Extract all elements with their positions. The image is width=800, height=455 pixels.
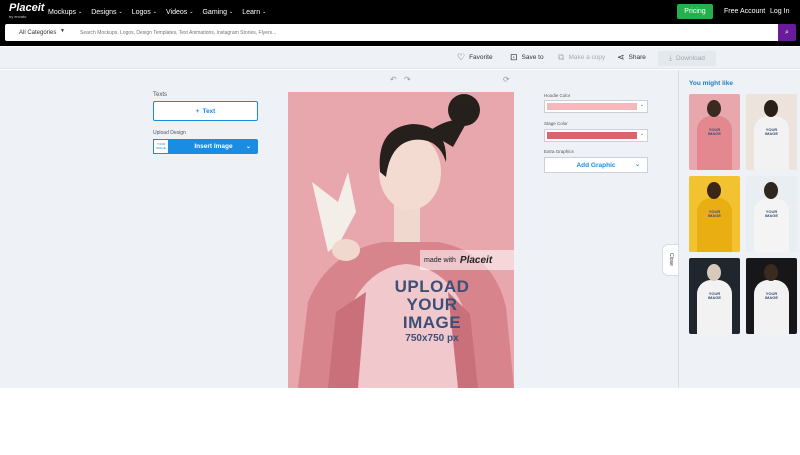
search-input[interactable] bbox=[73, 24, 778, 41]
download-button[interactable]: ⤓ Download bbox=[658, 51, 716, 66]
nav-videos[interactable]: Videos ⌄ bbox=[166, 9, 193, 16]
recommendation-thumb[interactable]: YOUR IMAGE bbox=[689, 258, 740, 334]
share-icon: ⋖ bbox=[617, 52, 625, 62]
hoodie-shape bbox=[697, 116, 732, 170]
thumb-print: YOUR IMAGE bbox=[707, 291, 722, 300]
stage-color-swatch bbox=[547, 132, 637, 139]
placeholder-line: IMAGE bbox=[402, 313, 462, 332]
chevron-down-icon: ⌄ bbox=[189, 9, 194, 15]
placeholder-line: YOUR bbox=[406, 295, 458, 314]
save-to-button[interactable]: ⊡ Save to bbox=[510, 52, 544, 63]
redo-icon[interactable]: ↷ bbox=[404, 75, 411, 84]
thumb-print: YOUR IMAGE bbox=[764, 209, 779, 218]
pricing-button[interactable]: Pricing bbox=[677, 4, 713, 19]
hoodie-color-select[interactable]: ⌄ bbox=[544, 100, 648, 113]
chevron-down-icon: ▼ bbox=[60, 28, 65, 34]
reset-icon[interactable]: ⟳ bbox=[503, 75, 510, 84]
hoodie-shape bbox=[697, 198, 732, 252]
free-account-link[interactable]: Free Account bbox=[724, 8, 765, 15]
close-sidebar-tab[interactable]: Close bbox=[662, 244, 678, 276]
nav-mockups[interactable]: Mockups ⌄ bbox=[48, 9, 82, 16]
download-icon: ⤓ bbox=[669, 54, 672, 62]
hoodie-shape bbox=[754, 198, 789, 252]
design-placeholder[interactable]: UPLOAD YOUR IMAGE bbox=[391, 278, 473, 332]
model-head bbox=[764, 182, 778, 199]
recommendation-thumb[interactable]: YOUR IMAGE bbox=[689, 94, 740, 170]
model-head bbox=[707, 264, 721, 281]
texts-label: Texts bbox=[153, 92, 168, 98]
login-link[interactable]: Log In bbox=[770, 8, 789, 15]
upload-thumbnail[interactable]: YOUR IMAGE bbox=[153, 139, 169, 154]
hoodie-shape bbox=[754, 116, 789, 170]
thumb-print: YOUR IMAGE bbox=[764, 127, 779, 136]
thumb-print: YOUR IMAGE bbox=[707, 127, 722, 136]
share-button[interactable]: ⋖ Share bbox=[617, 52, 646, 63]
hoodie-color-label: Hoodie Color bbox=[544, 93, 571, 98]
undo-icon[interactable]: ↶ bbox=[390, 75, 397, 84]
search-button[interactable]: ⌕ bbox=[778, 24, 796, 41]
close-label: Close bbox=[668, 253, 674, 266]
nav-learn[interactable]: Learn ⌄ bbox=[242, 9, 266, 16]
nav-gaming[interactable]: Gaming ⌄ bbox=[202, 9, 233, 16]
placeholder-dimensions: 750x750 px bbox=[405, 333, 459, 344]
placeit-logo[interactable]: Placeit bbox=[9, 3, 44, 14]
hoodie-shape bbox=[697, 280, 732, 334]
top-navbar: Placeit by envato Mockups ⌄ Designs ⌄ Logo… bbox=[0, 0, 800, 24]
hoodie-shape bbox=[754, 280, 789, 334]
chevron-down-icon: ⌄ bbox=[152, 9, 157, 15]
chevron-down-icon: ⌄ bbox=[262, 9, 267, 15]
copy-icon: ⧉ bbox=[558, 52, 565, 62]
recommendation-thumb[interactable]: YOUR IMAGE bbox=[746, 176, 797, 252]
plus-icon: + bbox=[195, 107, 200, 115]
model-head bbox=[764, 100, 778, 117]
nav-logos[interactable]: Logos ⌄ bbox=[132, 9, 157, 16]
chevron-down-icon: ⌄ bbox=[78, 9, 83, 15]
chevron-down-icon: ⌄ bbox=[639, 131, 644, 137]
recommendation-thumb[interactable]: YOUR IMAGE bbox=[689, 176, 740, 252]
add-text-button[interactable]: + Text bbox=[153, 101, 258, 121]
recommendation-thumb[interactable]: YOUR IMAGE bbox=[746, 94, 797, 170]
model-head bbox=[764, 264, 778, 281]
thumb-print: YOUR IMAGE bbox=[707, 209, 722, 218]
extra-graphics-label: Extra Graphics bbox=[544, 149, 574, 154]
nav-designs[interactable]: Designs ⌄ bbox=[91, 9, 123, 16]
upload-design-label: Upload Design bbox=[153, 130, 186, 136]
insert-image-button[interactable]: Insert Image ⌄ bbox=[169, 139, 258, 154]
chevron-down-icon: ⌄ bbox=[118, 9, 123, 15]
category-select[interactable]: All Categories ▼ bbox=[5, 24, 73, 41]
add-graphic-button[interactable]: Add Graphic ⌄ bbox=[544, 157, 648, 173]
model-head bbox=[707, 100, 721, 117]
favorite-button[interactable]: ♡ Favorite bbox=[457, 52, 493, 63]
page-footer-area bbox=[0, 388, 800, 455]
logo-subtitle: by envato bbox=[9, 14, 27, 19]
make-copy-button[interactable]: ⧉ Make a copy bbox=[558, 52, 605, 63]
recommendation-thumb[interactable]: YOUR IMAGE bbox=[746, 258, 797, 334]
watermark: made with Placeit bbox=[420, 250, 514, 270]
stage-color-select[interactable]: ⌄ bbox=[544, 129, 648, 142]
chevron-down-icon: ⌄ bbox=[639, 102, 644, 108]
heart-icon: ♡ bbox=[457, 52, 466, 62]
stage-color-label: Stage Color bbox=[544, 121, 568, 126]
thumb-print: YOUR IMAGE bbox=[764, 291, 779, 300]
placeholder-line: UPLOAD bbox=[394, 277, 470, 296]
save-icon: ⊡ bbox=[510, 52, 518, 62]
chevron-down-icon: ⌄ bbox=[245, 144, 251, 150]
chevron-down-icon: ⌄ bbox=[634, 162, 640, 168]
mockup-canvas[interactable]: made with Placeit UPLOAD YOUR IMAGE 750x7… bbox=[288, 92, 514, 388]
chevron-down-icon: ⌄ bbox=[229, 9, 234, 15]
hoodie-color-swatch bbox=[547, 103, 637, 110]
main-nav: Mockups ⌄ Designs ⌄ Logos ⌄ Videos ⌄ Gaming ⌄… bbox=[48, 0, 275, 24]
model-head bbox=[707, 182, 721, 199]
you-might-like-title: You might like bbox=[689, 80, 733, 87]
search-icon: ⌕ bbox=[785, 28, 789, 36]
